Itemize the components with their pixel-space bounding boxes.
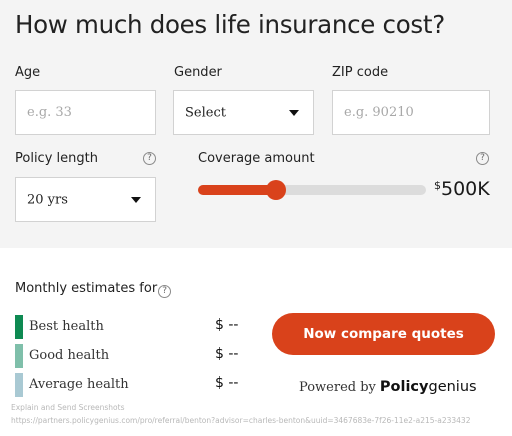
coverage-slider[interactable] xyxy=(198,180,426,200)
monthly-estimates-text: Monthly estimates for xyxy=(15,281,158,296)
best-health-price: $ -- xyxy=(215,317,239,333)
policy-length-select[interactable]: 20 yrs xyxy=(15,177,156,222)
policy-length-label: Policy length xyxy=(15,151,98,166)
powered-by-text: Powered by xyxy=(299,380,376,395)
monthly-estimates-label: Monthly estimates for? xyxy=(15,281,172,298)
age-input[interactable] xyxy=(16,91,155,134)
logo-rest-part: genius xyxy=(428,379,477,395)
policy-length-value: 20 yrs xyxy=(27,192,68,207)
good-health-swatch xyxy=(15,344,23,368)
caret-down-icon xyxy=(289,109,299,116)
gender-label: Gender xyxy=(174,65,222,80)
footer-caption: Explain and Send Screenshots xyxy=(11,403,125,412)
good-health-price: $ -- xyxy=(215,346,239,362)
question-circle-icon[interactable]: ? xyxy=(158,285,172,298)
coverage-amount-label: Coverage amount xyxy=(198,151,315,166)
good-health-label: Good health xyxy=(29,348,110,363)
question-circle-icon[interactable]: ? xyxy=(476,152,489,165)
policygenius-logo[interactable]: Policygenius xyxy=(380,379,477,395)
coverage-slider-fill xyxy=(198,185,276,195)
page-title: How much does life insurance cost? xyxy=(15,10,445,39)
best-health-swatch xyxy=(15,315,23,339)
average-health-swatch xyxy=(15,373,23,397)
age-label: Age xyxy=(15,65,41,80)
coverage-currency: $ xyxy=(434,179,441,192)
average-health-label: Average health xyxy=(29,377,129,392)
powered-by: Powered by Policygenius xyxy=(299,376,477,395)
zip-label: ZIP code xyxy=(332,65,389,80)
average-health-price: $ -- xyxy=(215,375,239,391)
footer-url: https://partners.policygenius.com/pro/re… xyxy=(11,416,471,425)
zip-input[interactable] xyxy=(333,91,489,134)
question-circle-icon[interactable]: ? xyxy=(143,152,156,165)
coverage-value: 500K xyxy=(441,178,490,200)
compare-quotes-button[interactable]: Now compare quotes xyxy=(272,313,495,355)
gender-select-value: Select xyxy=(185,105,226,120)
coverage-amount-value: $500K xyxy=(434,178,490,200)
coverage-slider-thumb[interactable] xyxy=(265,180,286,200)
zip-field-box xyxy=(332,90,490,135)
best-health-label: Best health xyxy=(29,319,104,334)
logo-bold-part: Policy xyxy=(379,379,429,395)
age-field-box xyxy=(15,90,156,135)
caret-down-icon xyxy=(131,196,141,203)
gender-select[interactable]: Select xyxy=(173,90,314,135)
